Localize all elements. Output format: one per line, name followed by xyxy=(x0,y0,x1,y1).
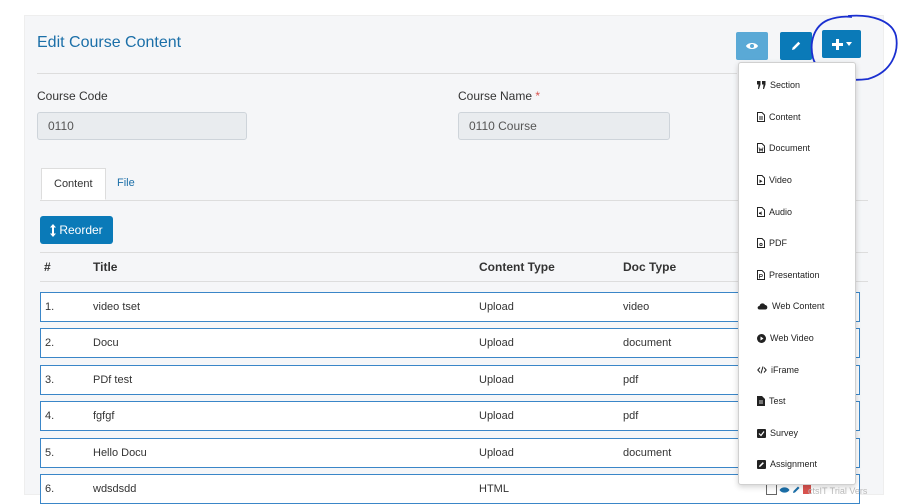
row-number: 3. xyxy=(45,374,55,386)
pencil-icon xyxy=(792,41,801,50)
menu-item-label: PDF xyxy=(769,238,787,248)
table-row[interactable]: 4. fgfgf Upload pdf xyxy=(40,401,860,431)
course-code-field[interactable]: 0110 xyxy=(37,112,247,140)
menu-item-survey[interactable]: Survey xyxy=(757,428,798,438)
edit-button[interactable] xyxy=(780,32,812,60)
quote-icon xyxy=(757,81,766,89)
row-title: video tset xyxy=(93,301,141,313)
row-title: wdsdsdd xyxy=(93,483,137,495)
menu-item-video[interactable]: Video xyxy=(757,175,792,185)
menu-item-label: Audio xyxy=(769,207,793,217)
column-header-content-type: Content Type xyxy=(479,260,555,274)
row-number: 6. xyxy=(45,483,55,495)
row-doc-type: document xyxy=(623,337,672,349)
row-content-type: Upload xyxy=(479,374,514,386)
menu-item-content[interactable]: Content xyxy=(757,112,801,122)
menu-item-test[interactable]: Test xyxy=(757,396,786,406)
row-number: 4. xyxy=(45,410,55,422)
cloud-icon xyxy=(757,303,768,310)
row-number: 2. xyxy=(45,337,55,349)
menu-item-label: Video xyxy=(769,175,792,185)
menu-item-iframe[interactable]: iFrame xyxy=(757,365,799,375)
column-header-title: Title xyxy=(93,260,118,274)
menu-item-label: Test xyxy=(769,396,786,406)
menu-item-label: Content xyxy=(769,112,801,122)
check-square-icon xyxy=(757,428,766,438)
menu-item-label: Assignment xyxy=(770,459,818,469)
file-word-icon xyxy=(757,143,765,153)
course-name-field[interactable]: 0110 Course xyxy=(458,112,670,140)
table-row[interactable]: 1. video tset Upload video xyxy=(40,292,860,322)
menu-item-document[interactable]: Document xyxy=(757,143,810,153)
table-row[interactable]: 2. Docu Upload document xyxy=(40,328,860,358)
column-header-doc-type: Doc Type xyxy=(623,260,677,274)
row-actions xyxy=(766,484,811,495)
table-row[interactable]: 5. Hello Docu Upload document xyxy=(40,438,860,468)
menu-item-web-content[interactable]: Web Content xyxy=(757,301,824,311)
menu-item-assignment[interactable]: Assignment xyxy=(757,459,817,469)
add-content-menu: Section Content Document Video Audio PDF… xyxy=(738,62,856,485)
header-divider xyxy=(37,73,737,74)
tab-content[interactable]: Content xyxy=(41,168,106,200)
course-name-label-text: Course Name xyxy=(458,89,533,103)
file-video-icon xyxy=(757,175,765,185)
row-select-checkbox[interactable] xyxy=(766,484,777,495)
play-circle-icon xyxy=(757,333,766,343)
reorder-button[interactable]: Reorder xyxy=(40,216,113,244)
row-content-type: Upload xyxy=(479,301,514,313)
row-title: Docu xyxy=(93,337,119,349)
file-pdf-icon xyxy=(757,238,765,248)
row-title: PDf test xyxy=(93,374,133,386)
menu-item-label: Web Content xyxy=(772,301,825,311)
file-text-icon xyxy=(757,112,765,122)
menu-item-label: iFrame xyxy=(771,365,800,375)
file-audio-icon xyxy=(757,207,765,217)
preview-button[interactable] xyxy=(736,32,768,60)
reorder-label: Reorder xyxy=(59,223,103,237)
row-number: 5. xyxy=(45,447,55,459)
row-content-type: Upload xyxy=(479,447,514,459)
row-doc-type: video xyxy=(623,301,650,313)
menu-item-presentation[interactable]: Presentation xyxy=(757,270,820,280)
menu-item-label: Web Video xyxy=(770,333,814,343)
plus-icon xyxy=(831,38,843,50)
menu-item-label: Section xyxy=(770,80,801,90)
eye-icon[interactable] xyxy=(779,486,790,494)
menu-item-section[interactable]: Section xyxy=(757,80,800,90)
row-title: Hello Docu xyxy=(93,447,147,459)
row-content-type: Upload xyxy=(479,410,514,422)
eye-icon xyxy=(746,43,758,49)
menu-item-pdf[interactable]: PDF xyxy=(757,238,787,248)
column-header-number: # xyxy=(44,260,51,274)
table-row[interactable]: 6. wdsdsdd HTML xyxy=(40,474,860,504)
tab-file[interactable]: File xyxy=(105,168,147,200)
menu-item-label: Survey xyxy=(770,428,799,438)
add-content-button[interactable] xyxy=(822,30,861,58)
required-mark: * xyxy=(535,89,541,103)
menu-item-label: Presentation xyxy=(769,270,820,280)
table-row[interactable]: 3. PDf test Upload pdf xyxy=(40,365,860,395)
menu-item-audio[interactable]: Audio xyxy=(757,207,792,217)
course-code-label-text: Course Code xyxy=(37,89,108,103)
file-icon xyxy=(757,396,765,406)
menu-item-web-video[interactable]: Web Video xyxy=(757,333,814,343)
caret-down-icon xyxy=(845,42,852,46)
file-powerpoint-icon xyxy=(757,270,765,280)
row-number: 1. xyxy=(45,301,55,313)
pencil-icon[interactable] xyxy=(792,485,801,494)
edit-square-icon xyxy=(757,459,766,469)
row-content-type: Upload xyxy=(479,337,514,349)
row-doc-type: pdf xyxy=(623,374,639,386)
code-icon xyxy=(757,366,767,374)
menu-item-label: Document xyxy=(769,143,811,153)
page-title: Edit Course Content xyxy=(37,34,182,51)
row-doc-type: document xyxy=(623,447,672,459)
course-name-label: Course Name * xyxy=(458,89,540,103)
row-content-type: HTML xyxy=(479,483,509,495)
row-doc-type: pdf xyxy=(623,410,639,422)
row-title: fgfgf xyxy=(93,410,115,422)
vertical-arrows-icon xyxy=(50,223,57,237)
course-code-label: Course Code xyxy=(37,89,108,103)
